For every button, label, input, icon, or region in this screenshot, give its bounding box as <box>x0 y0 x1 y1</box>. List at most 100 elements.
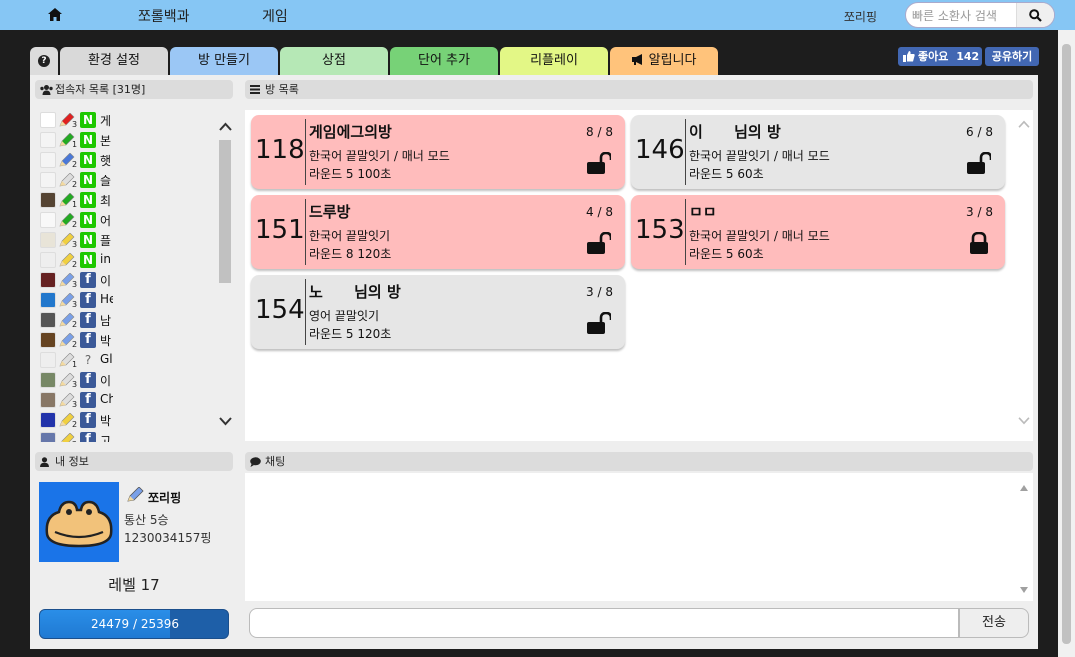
list-icon <box>250 85 260 94</box>
user-row[interactable]: 2f고 <box>35 430 235 442</box>
top-bar: 쪼롤백과 게임 쪼리핑 <box>0 0 1075 30</box>
exp-bar: 24479 / 25396 <box>39 609 229 639</box>
home-icon[interactable] <box>48 8 62 21</box>
user-row[interactable]: 1N최 <box>35 190 235 210</box>
nav-encyclopedia[interactable]: 쪼롤백과 <box>138 6 190 26</box>
tab-add-word[interactable]: 단어 추가 <box>390 47 498 75</box>
room-card[interactable]: 118 게임에그의방 한국어 끝말잇기 / 매너 모드 라운드 5 100초 8 / 8 <box>251 115 625 189</box>
user-row[interactable]: 1N본 <box>35 130 235 150</box>
summoner-search-input[interactable] <box>912 6 1022 25</box>
search-button[interactable] <box>1016 3 1054 27</box>
triangle-down-icon[interactable] <box>1020 587 1028 593</box>
user-level: 2 <box>72 180 78 189</box>
page-scroll-thumb[interactable] <box>1062 44 1071 644</box>
user-row[interactable]: 2N어 <box>35 210 235 230</box>
chat-log <box>245 473 1033 601</box>
tab-replay[interactable]: 리플레이 <box>500 47 608 75</box>
unlock-icon <box>587 312 611 334</box>
user-row[interactable]: 2 Nin <box>35 250 235 270</box>
user-row[interactable]: 2f박 <box>35 330 235 350</box>
facebook-like-button[interactable]: 좋아요 142 <box>898 47 982 66</box>
chat-scrollbar[interactable] <box>1015 473 1033 601</box>
chat-title: 채팅 <box>265 455 286 468</box>
page-scrollbar[interactable] <box>1058 30 1075 657</box>
room-card[interactable]: 154 노 님의 방 영어 끝말잇기 라운드 5 120초 3 / 8 <box>251 275 625 349</box>
summoner-search <box>905 2 1055 28</box>
user-avatar <box>40 192 56 208</box>
myinfo-title: 내 정보 <box>55 455 89 468</box>
tab-create-room[interactable]: 방 만들기 <box>170 47 278 75</box>
user-avatar <box>40 212 56 228</box>
room-card[interactable]: 151 드루방 한국어 끝말잇기 라운드 8 120초 4 / 8 <box>251 195 625 269</box>
chevron-down-icon[interactable] <box>219 416 232 426</box>
userlist-scrollbar[interactable] <box>217 118 234 438</box>
chat-send-button[interactable]: 전송 <box>959 608 1029 638</box>
login-badge-icon: f <box>80 432 96 442</box>
my-nickname-text: 쪼리핑 <box>148 491 182 505</box>
my-info-panel: 내 정보 쪼리핑 통산 5승 1230034157핑 레벨 17 24479 /… <box>30 447 238 649</box>
room-divider <box>685 119 686 185</box>
login-badge-icon: N <box>80 172 96 188</box>
my-ping: 1230034157핑 <box>124 531 212 545</box>
user-row[interactable]: 3 f Ch <box>35 390 235 410</box>
user-avatar <box>40 152 56 168</box>
user-avatar <box>40 312 56 328</box>
room-title: 노 님의 방 <box>309 283 401 301</box>
chat-input[interactable] <box>249 608 959 638</box>
comment-icon <box>250 457 261 467</box>
tab-settings[interactable]: 환경 설정 <box>60 47 168 75</box>
top-nickname[interactable]: 쪼리핑 <box>844 8 877 25</box>
chevron-up-icon[interactable] <box>1018 120 1030 129</box>
user-row[interactable]: 3N플 <box>35 230 235 250</box>
my-avatar[interactable] <box>39 482 119 562</box>
tab-shop[interactable]: 상점 <box>280 47 388 75</box>
room-card[interactable]: 146 이 님의 방 한국어 끝말잇기 / 매너 모드 라운드 5 60초 6 / 8 <box>631 115 1005 189</box>
user-row[interactable]: 2f박 <box>35 410 235 430</box>
login-badge-icon: f <box>80 272 96 288</box>
user-row[interactable]: 2N햇 <box>35 150 235 170</box>
triangle-up-icon[interactable] <box>1020 485 1028 491</box>
room-rule: 라운드 5 60초 <box>689 167 764 181</box>
user-name: in <box>100 252 111 266</box>
login-badge-icon: ? <box>84 353 92 367</box>
user-row[interactable]: 3N게 <box>35 110 235 130</box>
user-row[interactable]: 3 f He <box>35 290 235 310</box>
roomlist-scrollbar[interactable] <box>1015 110 1033 441</box>
tab-notice[interactable]: 알립니다 <box>610 47 718 75</box>
user-name: 최 <box>100 194 112 208</box>
megaphone-icon <box>631 54 642 65</box>
user-level: 2 <box>72 220 78 229</box>
help-icon: ? <box>38 55 50 67</box>
chevron-up-icon[interactable] <box>219 122 232 132</box>
room-divider <box>305 279 306 345</box>
exp-text: 24479 / 25396 <box>90 617 180 631</box>
nav-game[interactable]: 게임 <box>262 6 288 26</box>
user-row[interactable]: 3f이 <box>35 370 235 390</box>
room-card[interactable]: 153 ㅁㅁ 한국어 끝말잇기 / 매너 모드 라운드 5 60초 3 / 8 <box>631 195 1005 269</box>
pencil-icon <box>127 487 144 502</box>
chevron-down-icon[interactable] <box>1018 416 1030 425</box>
user-level: 3 <box>72 240 78 249</box>
user-row[interactable]: 2N슬 <box>35 170 235 190</box>
user-name: 고 <box>100 434 112 442</box>
room-divider <box>305 199 306 265</box>
user-level: 3 <box>72 400 78 409</box>
user-level: 2 <box>72 440 77 442</box>
my-record: 통산 5승 <box>124 513 169 527</box>
room-mode: 한국어 끝말잇기 / 매너 모드 <box>689 229 830 243</box>
login-badge-icon: f <box>80 412 96 428</box>
user-row[interactable]: 3f이 <box>35 270 235 290</box>
users-icon <box>40 85 53 95</box>
user-level: 2 <box>72 340 78 349</box>
user-row[interactable]: 2f남 <box>35 310 235 330</box>
user-name: 박 <box>100 414 112 428</box>
room-number: 153 <box>635 215 685 245</box>
help-tab[interactable]: ? <box>30 47 58 75</box>
login-badge-icon: f <box>80 292 96 308</box>
facebook-share-button[interactable]: 공유하기 <box>985 47 1039 66</box>
room-divider <box>305 119 306 185</box>
userlist-header: 접속자 목록 [31명] <box>35 80 233 99</box>
user-row[interactable]: 1? Gl <box>35 350 235 370</box>
room-players: 3 / 8 <box>966 205 993 219</box>
userlist-scroll-thumb[interactable] <box>219 140 231 283</box>
